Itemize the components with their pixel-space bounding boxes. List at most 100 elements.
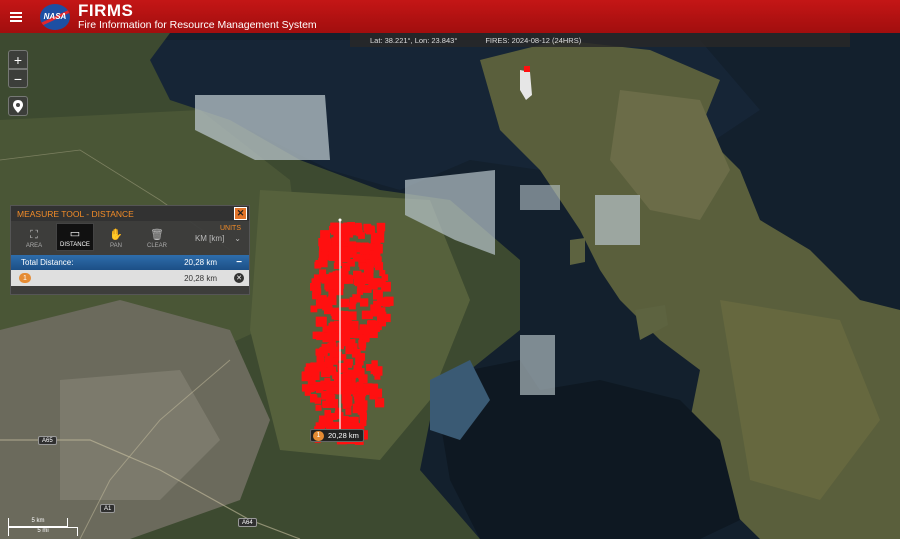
fire-point (367, 227, 376, 235)
fire-point (360, 298, 369, 307)
measure-title: MEASURE TOOL - DISTANCE (17, 208, 134, 219)
fire-point (359, 262, 367, 270)
units-selector[interactable]: UNITS KM [km] ⌄ (195, 225, 241, 243)
fire-point (373, 300, 382, 309)
app-subtitle: Fire Information for Resource Management… (78, 19, 317, 32)
cursor-coordinates: Lat: 38.221°, Lon: 23.843° (370, 35, 458, 45)
fire-point (319, 346, 328, 355)
brand: FIRMS Fire Information for Resource Mana… (78, 2, 317, 31)
fire-point (362, 334, 370, 342)
distance-value: 20,28 km (328, 431, 359, 440)
fire-point (310, 395, 318, 403)
delete-segment-icon[interactable]: ✕ (234, 273, 244, 283)
fire-point (353, 277, 361, 286)
fire-point (352, 416, 359, 424)
fire-point (327, 326, 336, 334)
segment-distance: 20,28 km (184, 273, 217, 283)
collapse-icon[interactable]: − (236, 257, 242, 268)
fire-point (345, 408, 352, 415)
fire-point (359, 325, 369, 335)
fire-point (357, 353, 366, 361)
fire-point (341, 274, 349, 283)
fire-point (360, 400, 368, 408)
fire-point (331, 237, 338, 244)
fire-point (343, 236, 350, 244)
fire-point (341, 393, 352, 404)
fire-point (381, 281, 391, 292)
ruler-icon: ▭ (69, 228, 81, 240)
total-distance-value: 20,28 km (184, 258, 217, 267)
fire-point (359, 245, 370, 255)
fire-point (322, 401, 330, 408)
fire-point (369, 389, 377, 396)
measure-titlebar: MEASURE TOOL - DISTANCE ✕ (11, 206, 249, 221)
fire-point (331, 333, 338, 341)
fire-point (323, 418, 331, 426)
app-header: NASA FIRMS Fire Information for Resource… (0, 0, 900, 33)
fire-point (365, 311, 373, 319)
hamburger-icon (10, 11, 22, 22)
fire-point (313, 382, 322, 391)
tool-distance[interactable]: ▭ DISTANCE (56, 223, 94, 251)
fire-point (329, 280, 340, 290)
locate-button[interactable] (8, 96, 28, 116)
fire-point (371, 322, 379, 330)
segment-row: 1 20,28 km ✕ (11, 270, 249, 286)
fire-point (328, 254, 336, 261)
fire-point (350, 387, 357, 394)
segment-index-badge: 1 (19, 273, 31, 283)
fire-point (356, 229, 363, 237)
fire-point (382, 313, 391, 323)
fire-point (315, 316, 326, 327)
fire-point (311, 278, 321, 288)
fires-date[interactable]: FIRES: 2024-08-12 (24HRS) (485, 36, 581, 45)
fire-point (370, 367, 378, 375)
distance-index-badge: 1 (313, 430, 324, 441)
fire-point (352, 406, 360, 414)
map-pin-icon (13, 99, 23, 113)
fire-point (340, 298, 350, 308)
close-button[interactable]: ✕ (234, 207, 247, 220)
fire-point (375, 398, 385, 408)
road-shield-a65: A65 (38, 436, 57, 445)
chevron-down-icon: ⌄ (234, 234, 241, 243)
fire-point (320, 230, 330, 240)
tool-clear[interactable]: 🗑 CLEAR (138, 223, 176, 251)
fire-point (371, 360, 378, 367)
fire-point (343, 228, 354, 238)
tool-pan[interactable]: ✋ PAN (97, 223, 135, 251)
nasa-logo: NASA (40, 3, 70, 30)
scale-bar-mi: 5 mi (8, 527, 78, 536)
total-distance-row[interactable]: Total Distance: 20,28 km − (11, 255, 249, 270)
fire-point (335, 270, 342, 278)
units-value: KM [km] (194, 234, 225, 243)
fire-point (344, 316, 352, 324)
tool-area[interactable]: ⛶ AREA (15, 223, 53, 251)
area-icon: ⛶ (30, 229, 38, 241)
road-shield-a64: A64 (238, 518, 257, 527)
fire-point (322, 300, 333, 311)
zoom-in-button[interactable]: + (8, 50, 28, 69)
scale-bar-km: 5 km (8, 518, 68, 527)
fire-point (342, 327, 350, 335)
fire-point (316, 354, 324, 362)
fire-point (328, 272, 337, 280)
fire-point (375, 262, 384, 271)
road-shield-a1: A1 (100, 504, 116, 513)
fire-point (304, 389, 311, 396)
fire-point (347, 369, 357, 379)
fire-point (317, 361, 327, 372)
menu-button[interactable] (0, 0, 32, 33)
fire-point (340, 334, 351, 344)
fire-point (374, 373, 381, 380)
zoom-out-button[interactable]: − (8, 69, 28, 88)
fire-point (312, 331, 320, 339)
fire-point (324, 409, 331, 417)
measure-tools: ⛶ AREA ▭ DISTANCE ✋ PAN 🗑 CLEAR UNITS KM… (11, 221, 249, 255)
fire-point (377, 226, 385, 234)
hand-icon: ✋ (109, 229, 123, 241)
fire-point (310, 305, 318, 313)
fire-point (324, 377, 331, 384)
fire-point (315, 288, 322, 295)
app-name: FIRMS (78, 1, 134, 21)
